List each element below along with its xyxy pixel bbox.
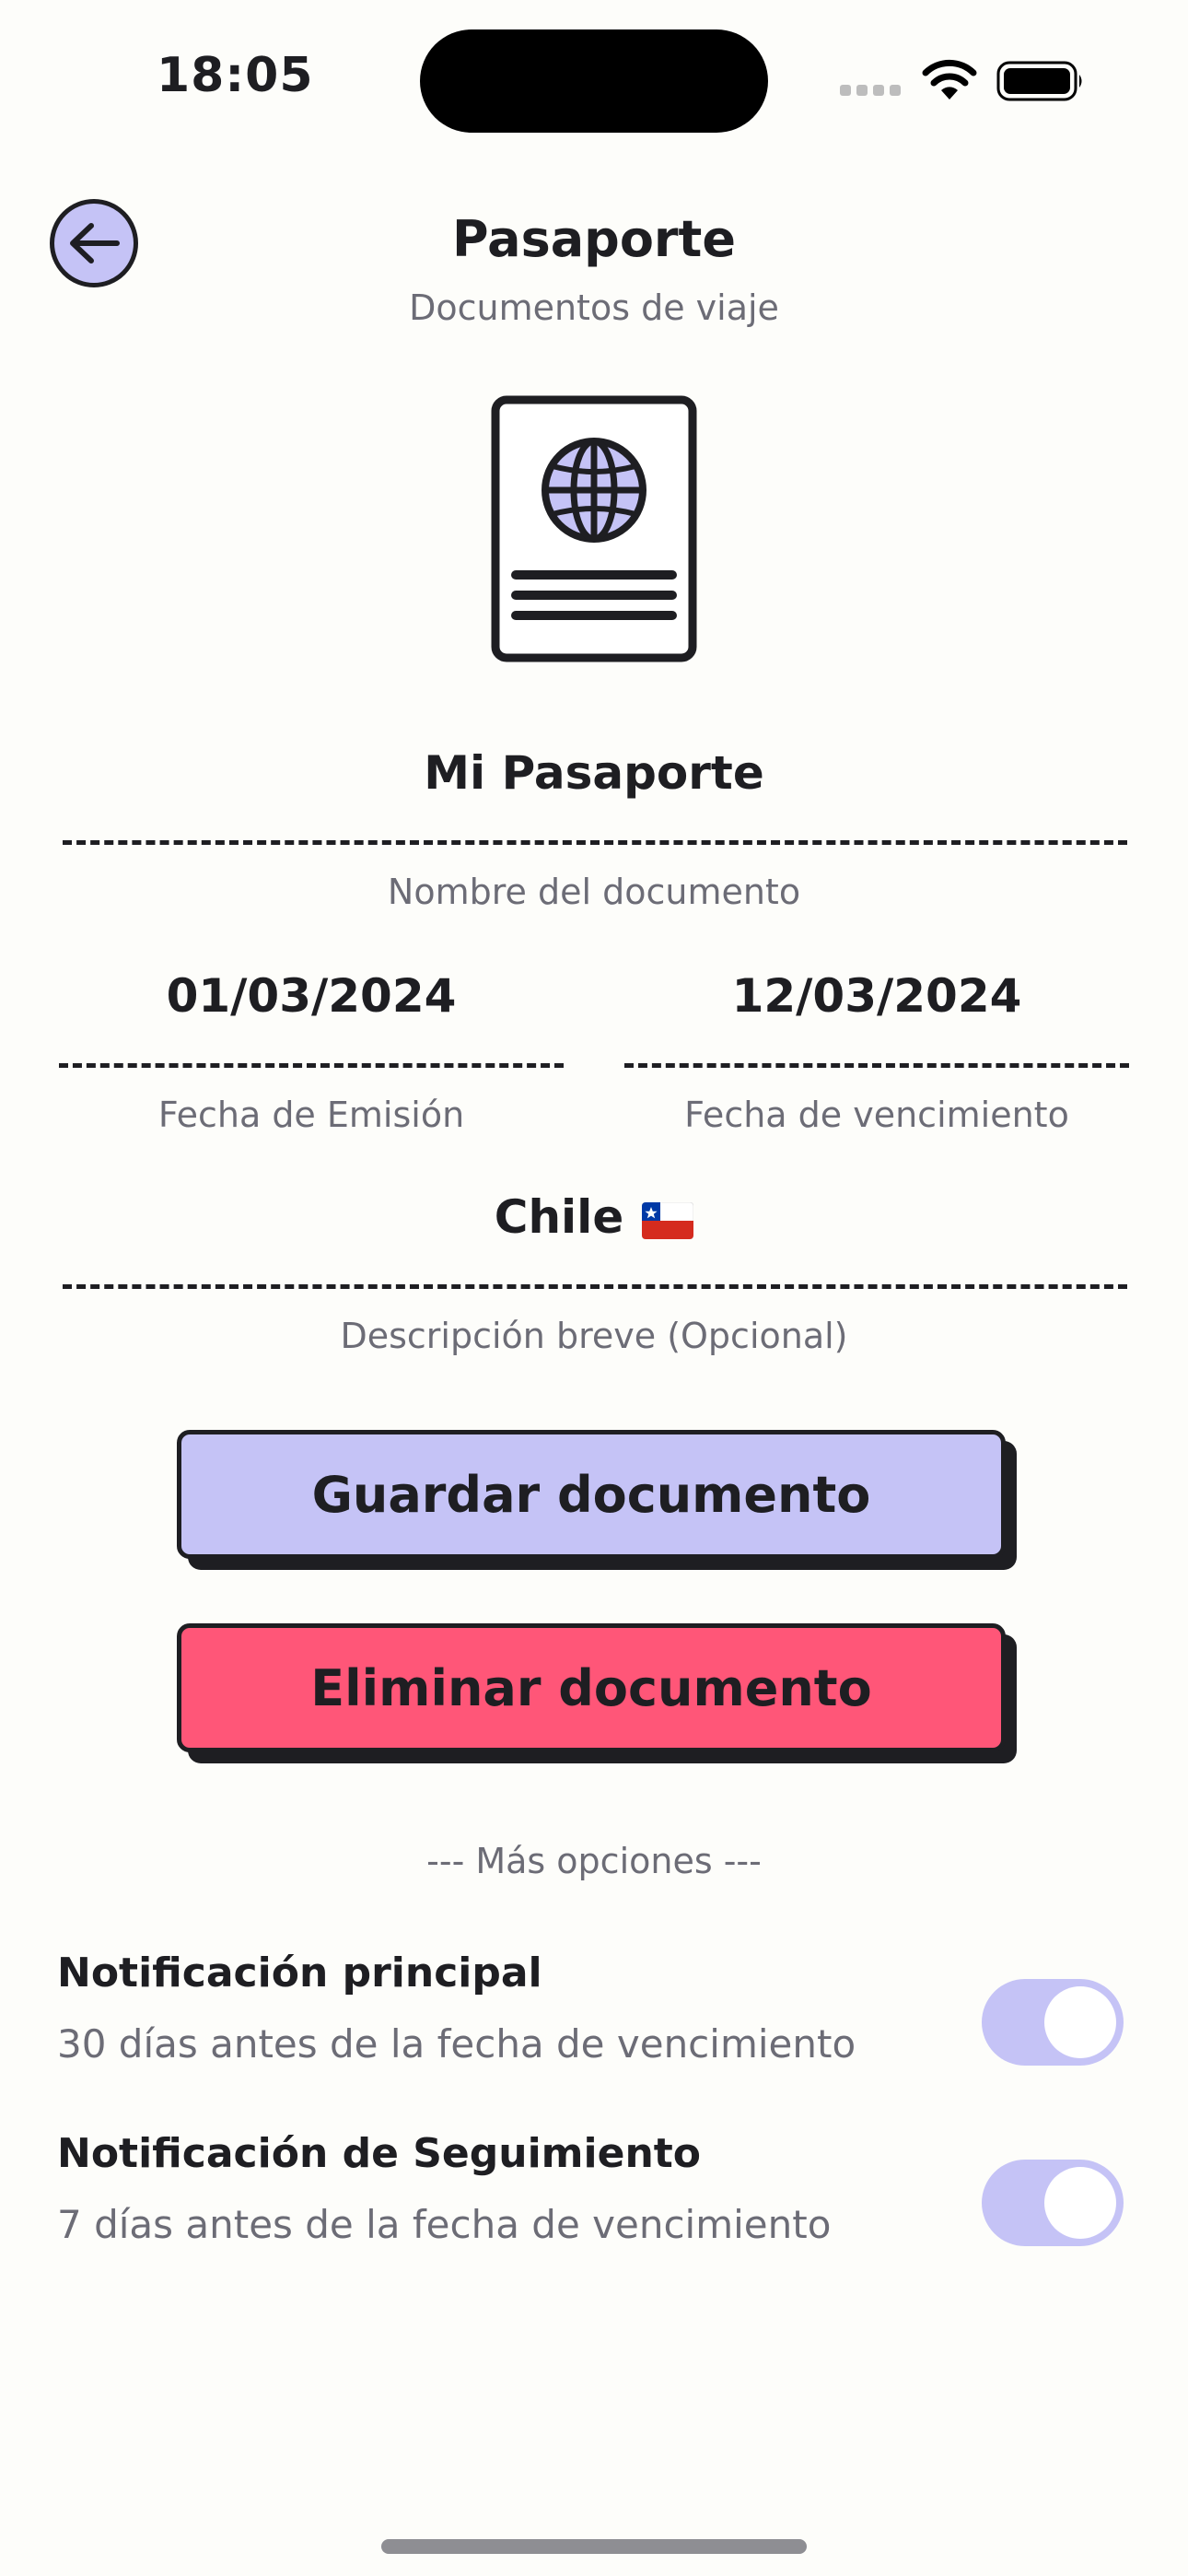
wifi-icon	[922, 59, 977, 100]
document-name-underline	[63, 840, 1127, 845]
issue-date-label: Fecha de Emisión	[157, 1095, 465, 1135]
expiry-date-label: Fecha de vencimiento	[684, 1095, 1069, 1135]
cellular-signal-icon	[840, 85, 901, 96]
delete-document-button[interactable]: Eliminar documento	[177, 1623, 1006, 1752]
description-label: Descripción breve (Opcional)	[340, 1316, 848, 1356]
page-subtitle: Documentos de viaje	[409, 287, 779, 328]
followup-notification-subtitle: 7 días antes de la fecha de vencimiento	[57, 2202, 832, 2247]
home-indicator[interactable]	[381, 2539, 807, 2554]
document-name-label: Nombre del documento	[387, 872, 801, 912]
screen: 18:05 Pasaporte Documentos de viaje Mi P…	[0, 0, 1188, 2576]
issue-date-underline	[59, 1063, 564, 1068]
passport-globe-icon	[491, 395, 697, 662]
main-notification-title: Notificación principal	[57, 1950, 542, 1996]
followup-notification-title: Notificación de Seguimiento	[57, 2130, 702, 2177]
main-notification-toggle[interactable]	[982, 1979, 1124, 2066]
description-underline	[63, 1284, 1127, 1289]
description-field[interactable]: Chile	[0, 1190, 1188, 1244]
chile-flag-icon	[642, 1201, 694, 1239]
expiry-date-field[interactable]: 12/03/2024	[624, 969, 1129, 1023]
followup-notification-toggle[interactable]	[982, 2160, 1124, 2246]
description-value: Chile	[494, 1190, 624, 1244]
document-name-field[interactable]: Mi Pasaporte	[0, 746, 1188, 800]
issue-date-field[interactable]: 01/03/2024	[59, 969, 564, 1023]
battery-icon	[996, 61, 1082, 101]
main-notification-subtitle: 30 días antes de la fecha de vencimiento	[57, 2021, 856, 2067]
toggle-knob	[1044, 2167, 1116, 2239]
toggle-knob	[1044, 1986, 1116, 2058]
page-title: Pasaporte	[452, 210, 736, 268]
expiry-date-underline	[624, 1063, 1129, 1068]
more-options-divider: --- Más opciones ---	[426, 1841, 762, 1881]
save-document-button[interactable]: Guardar documento	[177, 1430, 1006, 1559]
dynamic-island	[420, 29, 768, 133]
status-time: 18:05	[157, 48, 314, 103]
